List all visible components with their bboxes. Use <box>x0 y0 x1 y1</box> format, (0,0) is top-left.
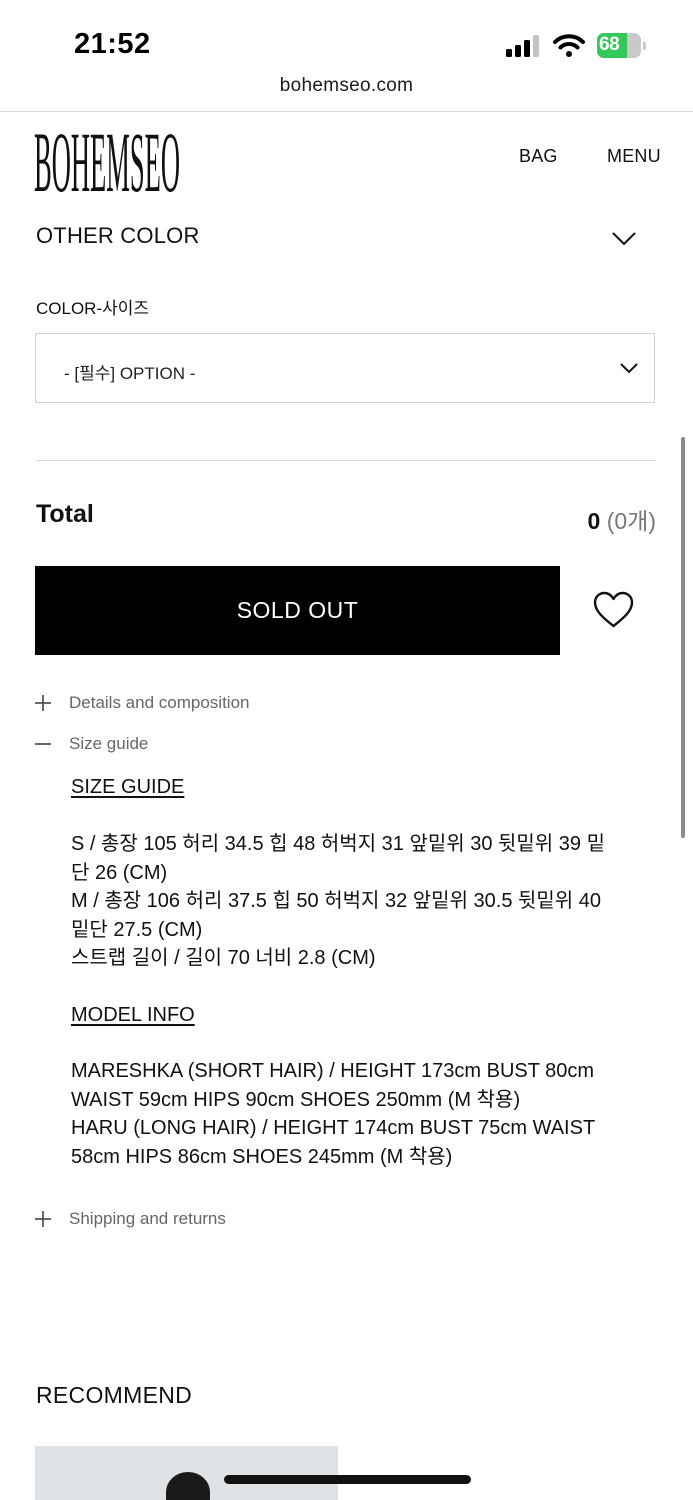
scrollbar[interactable] <box>681 437 685 838</box>
bag-link[interactable]: BAG <box>519 146 558 167</box>
total-value: 0 (0개) <box>588 502 656 536</box>
size-guide-title: SIZE GUIDE <box>71 776 185 798</box>
browser-divider <box>0 111 693 112</box>
battery-percent: 68 <box>599 34 620 55</box>
battery-charging-icon: 68 <box>597 33 649 58</box>
status-time: 21:52 <box>74 28 151 60</box>
size-guide-line: 스트랩 길이 / 길이 70 너비 2.8 (CM) <box>71 947 376 969</box>
accordion-details[interactable]: Details and composition <box>33 693 433 715</box>
recommend-product-image[interactable] <box>35 1446 338 1500</box>
model-info-title: MODEL INFO <box>71 1004 195 1026</box>
logo-text: BOHEMSEO <box>34 117 180 197</box>
minus-icon <box>35 743 51 745</box>
cellular-signal-icon <box>506 35 539 57</box>
menu-link[interactable]: MENU <box>607 146 661 167</box>
model-info-text: MARESHKA (SHORT HAIR) / HEIGHT 173cm BUS… <box>71 1057 636 1171</box>
option-select-value: - [필수] OPTION - <box>64 364 196 383</box>
option-select[interactable]: - [필수] OPTION - <box>35 333 655 403</box>
model-photo <box>166 1472 210 1500</box>
total-amount: 0 <box>587 508 601 534</box>
recommend-title: RECOMMEND <box>36 1382 193 1408</box>
accordion-shipping-label: Shipping and returns <box>69 1209 226 1228</box>
brand-logo[interactable]: BOHEMSEO <box>34 117 184 197</box>
model-info-line: MARESHKA (SHORT HAIR) / HEIGHT 173cm BUS… <box>71 1060 595 1082</box>
wifi-icon <box>553 34 585 57</box>
other-color-toggle[interactable]: OTHER COLOR <box>36 223 200 249</box>
size-guide-text: S / 총장 105 허리 34.5 힙 48 허벅지 31 앞밑위 30 뒷밑… <box>71 830 636 973</box>
total-count: (0개) <box>606 508 656 534</box>
heart-icon[interactable] <box>593 591 634 629</box>
accordion-size-guide-label: Size guide <box>69 734 149 753</box>
section-divider <box>36 460 656 461</box>
home-indicator[interactable] <box>224 1475 471 1484</box>
accordion-size-guide[interactable]: Size guide <box>33 734 433 756</box>
color-size-label: COLOR-사이즈 <box>36 299 150 318</box>
chevron-down-icon[interactable] <box>611 229 637 247</box>
size-guide-line: S / 총장 105 허리 34.5 힙 48 허벅지 31 앞밑위 30 뒷밑… <box>71 833 605 855</box>
size-guide-line: 단 26 (CM) <box>71 861 168 884</box>
plus-icon <box>35 695 51 711</box>
model-info-line: WAIST 59cm HIPS 90cm SHOES 250mm (M 착용) <box>71 1088 521 1111</box>
chevron-down-icon <box>620 363 638 374</box>
model-info-line: 58cm HIPS 86cm SHOES 245mm (M 착용) <box>71 1145 453 1168</box>
total-label: Total <box>36 500 94 528</box>
plus-icon <box>35 1211 51 1227</box>
sold-out-button[interactable]: SOLD OUT <box>35 566 560 655</box>
size-guide-line: M / 총장 106 허리 37.5 힙 50 허벅지 32 앞밑위 30.5 … <box>71 890 602 912</box>
accordion-shipping[interactable]: Shipping and returns <box>33 1209 433 1231</box>
address-bar-url[interactable]: bohemseo.com <box>0 75 693 97</box>
model-info-line: HARU (LONG HAIR) / HEIGHT 174cm BUST 75c… <box>71 1117 596 1139</box>
accordion-details-label: Details and composition <box>69 693 250 712</box>
size-guide-line: 밑단 27.5 (CM) <box>71 918 203 941</box>
